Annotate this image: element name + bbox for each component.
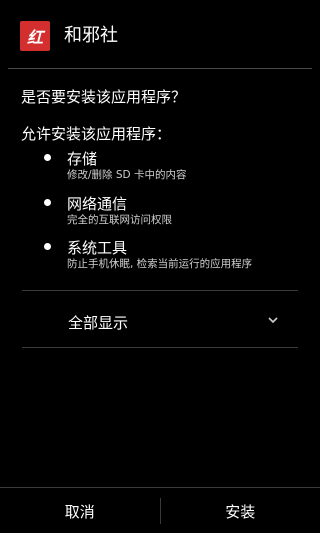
install-dialog: 红 和邪社 是否要安装该应用程序？ 允许安装该应用程序： 存储 修改/删除 SD… bbox=[0, 0, 320, 533]
divider bbox=[22, 290, 298, 291]
chevron-down-icon bbox=[268, 317, 278, 324]
permission-description: 防止手机休眠, 检索当前运行的应用程序 bbox=[67, 258, 253, 270]
app-logo-text: 红 bbox=[26, 28, 43, 47]
divider bbox=[22, 347, 298, 348]
permission-title: 网络通信 bbox=[67, 195, 128, 213]
permission-title: 存储 bbox=[67, 150, 98, 168]
permission-title: 系统工具 bbox=[67, 239, 128, 257]
app-title: 和邪社 bbox=[64, 25, 118, 46]
title-bar: 红 和邪社 bbox=[0, 0, 320, 70]
permission-description: 完全的互联网访问权限 bbox=[67, 214, 172, 226]
install-button[interactable]: 安装 bbox=[161, 488, 320, 533]
button-bar: 取消 安装 bbox=[0, 487, 320, 533]
bullet-icon bbox=[44, 199, 51, 206]
allow-label: 允许安装该应用程序： bbox=[21, 125, 172, 143]
bullet-icon bbox=[44, 154, 51, 161]
bullet-icon bbox=[44, 243, 51, 250]
show-all-button[interactable]: 全部显示 bbox=[22, 292, 298, 348]
install-question: 是否要安装该应用程序？ bbox=[21, 88, 187, 106]
app-logo-icon: 红 bbox=[20, 21, 50, 51]
title-divider bbox=[8, 68, 312, 69]
cancel-button[interactable]: 取消 bbox=[0, 488, 160, 533]
show-all-label: 全部显示 bbox=[68, 314, 129, 332]
permission-description: 修改/删除 SD 卡中的内容 bbox=[67, 169, 187, 181]
